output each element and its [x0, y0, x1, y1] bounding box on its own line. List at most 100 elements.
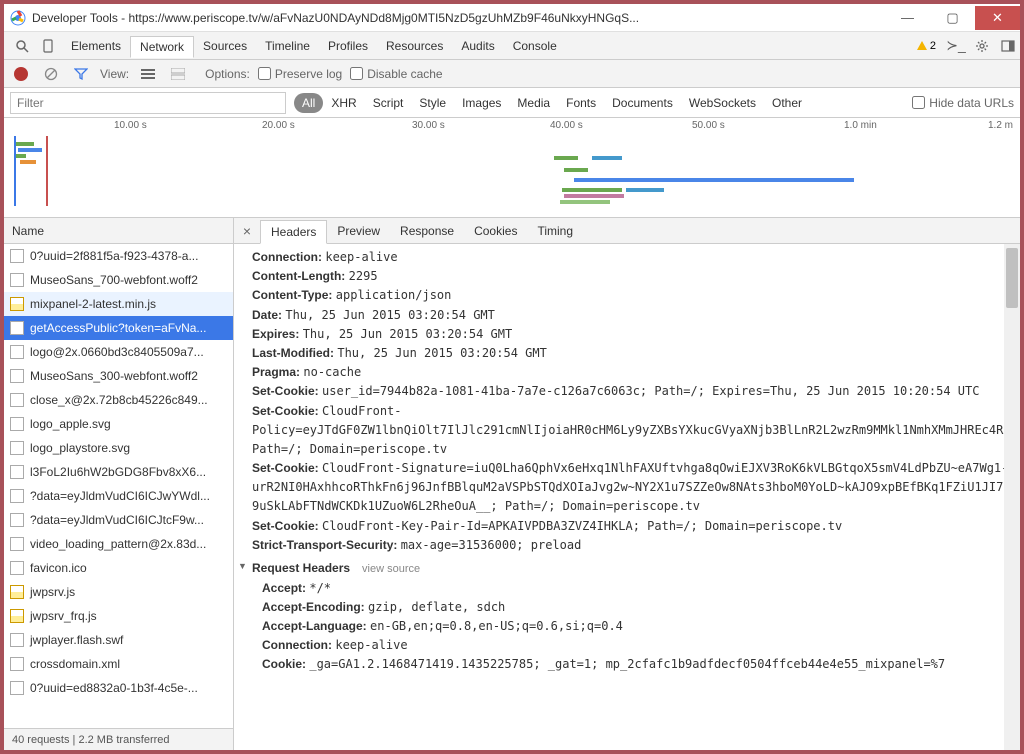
request-row[interactable]: logo@2x.0660bd3c8405509a7... — [4, 340, 233, 364]
file-icon — [10, 681, 24, 695]
file-icon — [10, 249, 24, 263]
tab-resources[interactable]: Resources — [377, 36, 452, 56]
request-name: MuseoSans_300-webfont.woff2 — [30, 369, 198, 383]
request-header: Connection: keep-alive — [252, 636, 1012, 655]
detail-tab-cookies[interactable]: Cookies — [464, 220, 527, 242]
request-row[interactable]: 0?uuid=ed8832a0-1b3f-4c5e-... — [4, 676, 233, 700]
request-row[interactable]: MuseoSans_300-webfont.woff2 — [4, 364, 233, 388]
filter-all[interactable]: All — [294, 93, 323, 113]
request-header: Accept-Encoding: gzip, deflate, sdch — [252, 598, 1012, 617]
view-large-icon[interactable] — [167, 63, 189, 85]
tab-sources[interactable]: Sources — [194, 36, 256, 56]
search-icon[interactable] — [10, 34, 34, 58]
request-row[interactable]: ?data=eyJldmVudCI6ICJwYWdl... — [4, 484, 233, 508]
detail-tab-timing[interactable]: Timing — [527, 220, 583, 242]
filter-style[interactable]: Style — [411, 93, 454, 113]
filter-icon[interactable] — [70, 63, 92, 85]
filter-row: AllXHRScriptStyleImagesMediaFontsDocumen… — [4, 88, 1020, 118]
request-name: ?data=eyJldmVudCI6ICJwYWdl... — [30, 489, 210, 503]
request-row[interactable]: close_x@2x.72b8cb45226c849... — [4, 388, 233, 412]
detail-tab-preview[interactable]: Preview — [327, 220, 390, 242]
filter-media[interactable]: Media — [509, 93, 558, 113]
request-name: 0?uuid=2f881f5a-f923-4378-a... — [30, 249, 198, 263]
response-header: Set-Cookie: CloudFront-Policy=eyJTdGF0ZW… — [252, 402, 1012, 460]
request-row[interactable]: jwplayer.flash.swf — [4, 628, 233, 652]
chrome-icon — [10, 10, 26, 26]
clear-icon[interactable] — [40, 63, 62, 85]
request-list: Name 0?uuid=2f881f5a-f923-4378-a... Museo… — [4, 218, 234, 750]
request-row[interactable]: crossdomain.xml — [4, 652, 233, 676]
filter-fonts[interactable]: Fonts — [558, 93, 604, 113]
headers-body[interactable]: Connection: keep-aliveContent-Length: 22… — [234, 244, 1020, 750]
tab-network[interactable]: Network — [130, 36, 194, 58]
file-icon — [10, 321, 24, 335]
tab-console[interactable]: Console — [504, 36, 566, 56]
close-detail-icon[interactable]: × — [234, 218, 260, 244]
request-row[interactable]: logo_playstore.svg — [4, 436, 233, 460]
network-timeline[interactable]: 10.00 s20.00 s30.00 s40.00 s50.00 s1.0 m… — [4, 118, 1020, 218]
console-icon[interactable]: ≻_ — [944, 34, 968, 58]
minimize-button[interactable]: — — [885, 6, 930, 30]
request-name: close_x@2x.72b8cb45226c849... — [30, 393, 208, 407]
request-name: jwpsrv.js — [30, 585, 75, 599]
request-items[interactable]: 0?uuid=2f881f5a-f923-4378-a... MuseoSans_… — [4, 244, 233, 728]
record-button[interactable] — [10, 63, 32, 85]
file-icon — [10, 513, 24, 527]
response-header: Set-Cookie: CloudFront-Signature=iuQ0Lha… — [252, 459, 1012, 517]
request-row[interactable]: ?data=eyJldmVudCI6ICJtcF9w... — [4, 508, 233, 532]
close-button[interactable]: ✕ — [975, 6, 1020, 30]
request-row[interactable]: jwpsrv.js — [4, 580, 233, 604]
request-row[interactable]: favicon.ico — [4, 556, 233, 580]
tab-timeline[interactable]: Timeline — [256, 36, 319, 56]
request-row[interactable]: mixpanel-2-latest.min.js — [4, 292, 233, 316]
file-icon — [10, 633, 24, 647]
request-row[interactable]: getAccessPublic?token=aFvNa... — [4, 316, 233, 340]
file-icon — [10, 657, 24, 671]
request-name: crossdomain.xml — [30, 657, 120, 671]
preserve-log-checkbox[interactable]: Preserve log — [258, 67, 342, 81]
request-header: Accept: */* — [252, 579, 1012, 598]
filter-input[interactable] — [10, 92, 286, 114]
filter-xhr[interactable]: XHR — [323, 93, 364, 113]
hide-data-urls-checkbox[interactable]: Hide data URLs — [912, 96, 1014, 110]
warning-badge[interactable]: 2 — [916, 40, 936, 52]
view-small-icon[interactable] — [137, 63, 159, 85]
window-titlebar: Developer Tools - https://www.periscope.… — [4, 4, 1020, 32]
request-headers-section[interactable]: Request Headersview source — [252, 559, 1012, 579]
maximize-button[interactable]: ▢ — [930, 6, 975, 30]
filter-documents[interactable]: Documents — [604, 93, 681, 113]
file-icon — [10, 417, 24, 431]
request-row[interactable]: 0?uuid=2f881f5a-f923-4378-a... — [4, 244, 233, 268]
detail-tab-response[interactable]: Response — [390, 220, 464, 242]
filter-other[interactable]: Other — [764, 93, 810, 113]
request-row[interactable]: l3FoL2Iu6hW2bGDG8Fbv8xX6... — [4, 460, 233, 484]
detail-tab-headers[interactable]: Headers — [260, 220, 327, 244]
main-tab-bar: ElementsNetworkSourcesTimelineProfilesRe… — [4, 32, 1020, 60]
file-icon — [10, 609, 24, 623]
time-label: 20.00 s — [262, 120, 295, 131]
tab-profiles[interactable]: Profiles — [319, 36, 377, 56]
file-icon — [10, 273, 24, 287]
time-label: 50.00 s — [692, 120, 725, 131]
tab-audits[interactable]: Audits — [452, 36, 503, 56]
filter-images[interactable]: Images — [454, 93, 509, 113]
dock-icon[interactable] — [996, 34, 1020, 58]
response-header: Date: Thu, 25 Jun 2015 03:20:54 GMT — [252, 306, 1012, 325]
settings-icon[interactable] — [970, 34, 994, 58]
request-row[interactable]: MuseoSans_700-webfont.woff2 — [4, 268, 233, 292]
request-row[interactable]: logo_apple.svg — [4, 412, 233, 436]
view-label: View: — [100, 67, 129, 81]
disable-cache-checkbox[interactable]: Disable cache — [350, 67, 442, 81]
response-header: Pragma: no-cache — [252, 363, 1012, 382]
name-column-header[interactable]: Name — [4, 218, 233, 244]
request-row[interactable]: jwpsrv_frq.js — [4, 604, 233, 628]
file-icon — [10, 489, 24, 503]
response-header: Strict-Transport-Security: max-age=31536… — [252, 536, 1012, 555]
filter-script[interactable]: Script — [365, 93, 412, 113]
request-row[interactable]: video_loading_pattern@2x.83d... — [4, 532, 233, 556]
tab-elements[interactable]: Elements — [62, 36, 130, 56]
warning-count: 2 — [930, 40, 936, 52]
scrollbar[interactable] — [1004, 244, 1020, 750]
device-icon[interactable] — [36, 34, 60, 58]
filter-websockets[interactable]: WebSockets — [681, 93, 764, 113]
